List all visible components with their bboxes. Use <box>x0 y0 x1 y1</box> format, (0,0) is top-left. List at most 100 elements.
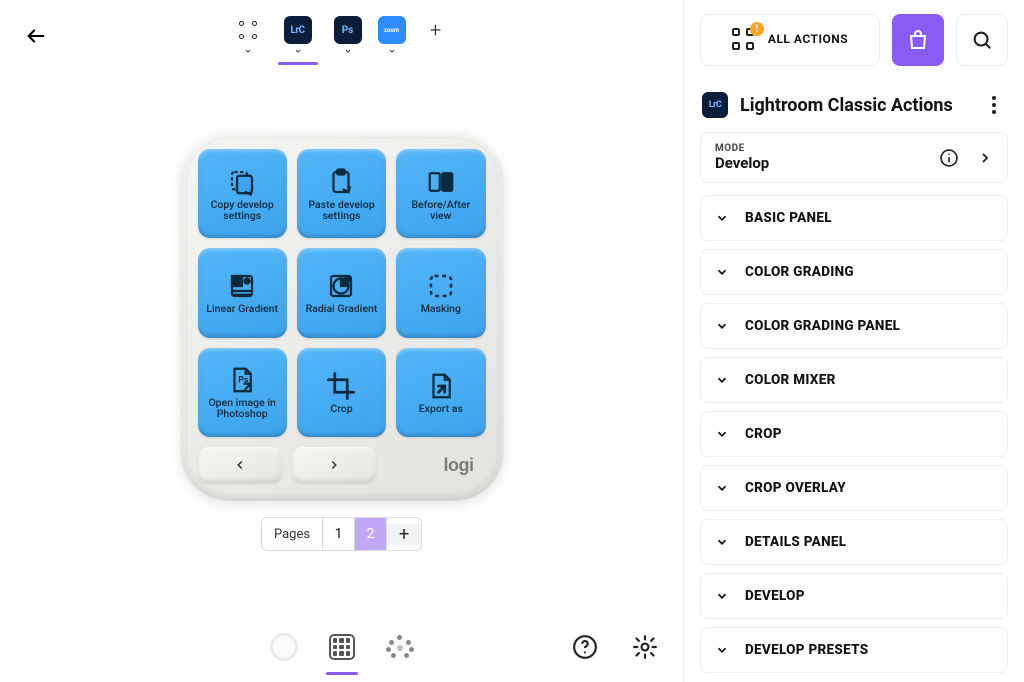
back-button[interactable] <box>16 16 56 56</box>
action-group-label: CROP OVERLAY <box>745 480 846 496</box>
device-tab-controller[interactable] <box>380 627 420 667</box>
chevron-down-icon <box>715 373 729 387</box>
chevron-down-icon <box>293 46 303 56</box>
device-next-button[interactable] <box>292 447 376 483</box>
chevron-right-icon <box>977 150 993 166</box>
info-icon <box>939 148 959 168</box>
action-group-item[interactable]: COLOR GRADING <box>700 249 1008 295</box>
add-profile-button[interactable]: + <box>422 16 450 44</box>
key-label: Paste develop settings <box>299 199 384 221</box>
bottom-device-tabs <box>0 612 683 682</box>
gear-icon <box>632 634 658 660</box>
profile-lrc[interactable]: LrC <box>278 16 318 65</box>
editor-panel: LrC Ps zoom + <box>0 0 684 682</box>
page-2-button[interactable]: 2 <box>355 518 387 550</box>
paste-settings-icon <box>326 167 356 197</box>
action-group-label: DEVELOP PRESETS <box>745 642 868 658</box>
chevron-down-icon <box>715 535 729 549</box>
dial-icon <box>270 633 298 661</box>
action-group-label: CROP <box>745 426 782 442</box>
plus-icon: + <box>422 16 450 44</box>
page-1-button[interactable]: 1 <box>323 518 355 550</box>
device-tab-keypad[interactable] <box>322 627 362 667</box>
crop-icon <box>326 371 356 401</box>
device-tab-dial[interactable] <box>264 627 304 667</box>
chevron-down-icon <box>715 211 729 225</box>
radial-gradient-icon <box>326 271 356 301</box>
key-crop[interactable]: Crop <box>297 348 386 437</box>
controller-icon <box>386 633 414 661</box>
plus-icon: + <box>399 524 409 545</box>
device-nav-row: logi <box>198 447 486 483</box>
profile-zoom[interactable]: zoom <box>378 16 406 56</box>
add-page-button[interactable]: + <box>387 524 421 545</box>
action-group-label: COLOR GRADING PANEL <box>745 318 900 334</box>
chevron-down-icon <box>715 589 729 603</box>
chevron-down-icon <box>715 643 729 657</box>
shopping-bag-icon <box>906 28 930 52</box>
key-before-after-view[interactable]: Before/After view <box>396 149 485 238</box>
action-group-item[interactable]: DEVELOP PRESETS <box>700 627 1008 673</box>
alert-badge-icon: ! <box>750 22 764 36</box>
action-group-item[interactable]: COLOR GRADING PANEL <box>700 303 1008 349</box>
device-prev-button[interactable] <box>198 447 282 483</box>
chevron-left-icon <box>233 458 247 472</box>
page-paginator: Pages 1 2 + <box>261 517 422 551</box>
action-group-label: COLOR GRADING <box>745 264 854 280</box>
copy-settings-icon <box>227 167 257 197</box>
keypad-icon <box>329 634 355 660</box>
marketplace-button[interactable] <box>892 14 944 66</box>
key-label: Crop <box>328 403 354 414</box>
lrc-icon: LrC <box>702 92 728 118</box>
ps-icon: Ps <box>334 16 362 44</box>
top-bar: LrC Ps zoom + <box>0 0 683 70</box>
profile-switcher: LrC Ps zoom + <box>64 16 619 65</box>
arrow-left-icon <box>25 25 47 47</box>
actions-scroll[interactable]: MODE Develop BASIC PANEL COLOR GRADING COL… <box>684 128 1024 682</box>
key-label: Open image in Photoshop <box>200 397 285 419</box>
section-title: Lightroom Classic Actions <box>740 95 970 116</box>
device-stage: Copy develop settings Paste develop sett… <box>0 70 683 612</box>
action-group-label: BASIC PANEL <box>745 210 832 226</box>
key-label: Copy develop settings <box>200 199 285 221</box>
chevron-down-icon <box>387 46 397 56</box>
chevron-down-icon <box>715 319 729 333</box>
key-export-as[interactable]: Export as <box>396 348 485 437</box>
key-label: Radial Gradient <box>304 303 380 314</box>
action-group-item[interactable]: BASIC PANEL <box>700 195 1008 241</box>
lrc-icon: LrC <box>284 16 312 44</box>
key-open-in-photoshop[interactable]: Ps Open image in Photoshop <box>198 348 287 437</box>
settings-button[interactable] <box>627 629 663 665</box>
key-copy-develop-settings[interactable]: Copy develop settings <box>198 149 287 238</box>
chevron-down-icon <box>715 481 729 495</box>
mode-value: Develop <box>715 154 939 172</box>
action-group-item[interactable]: COLOR MIXER <box>700 357 1008 403</box>
all-actions-button[interactable]: ! ALL ACTIONS <box>700 14 880 66</box>
key-masking[interactable]: Masking <box>396 248 485 337</box>
key-paste-develop-settings[interactable]: Paste develop settings <box>297 149 386 238</box>
profile-ps[interactable]: Ps <box>334 16 362 56</box>
actions-panel: ! ALL ACTIONS LrC Lightroom Classic Acti… <box>684 0 1024 682</box>
open-ps-icon: Ps <box>227 365 257 395</box>
chevron-down-icon <box>715 427 729 441</box>
masking-icon <box>426 271 456 301</box>
section-more-button[interactable] <box>982 96 1006 114</box>
key-label: Linear Gradient <box>204 303 280 314</box>
mode-selector[interactable]: MODE Develop <box>700 132 1008 183</box>
action-group-item[interactable]: CROP <box>700 411 1008 457</box>
key-linear-gradient[interactable]: Linear Gradient <box>198 248 287 337</box>
key-radial-gradient[interactable]: Radial Gradient <box>297 248 386 337</box>
help-button[interactable] <box>567 629 603 665</box>
action-group-accordion: BASIC PANEL COLOR GRADING COLOR GRADING PA… <box>696 195 1012 673</box>
profile-all[interactable] <box>234 16 262 56</box>
section-header: LrC Lightroom Classic Actions <box>684 76 1024 128</box>
action-group-item[interactable]: DETAILS PANEL <box>700 519 1008 565</box>
chevron-right-icon <box>327 458 341 472</box>
actions-top-bar: ! ALL ACTIONS <box>684 0 1024 76</box>
chevron-down-icon <box>243 46 253 56</box>
action-group-item[interactable]: CROP OVERLAY <box>700 465 1008 511</box>
export-icon <box>426 371 456 401</box>
action-group-item[interactable]: DEVELOP <box>700 573 1008 619</box>
search-button[interactable] <box>956 14 1008 66</box>
action-group-label: COLOR MIXER <box>745 372 836 388</box>
